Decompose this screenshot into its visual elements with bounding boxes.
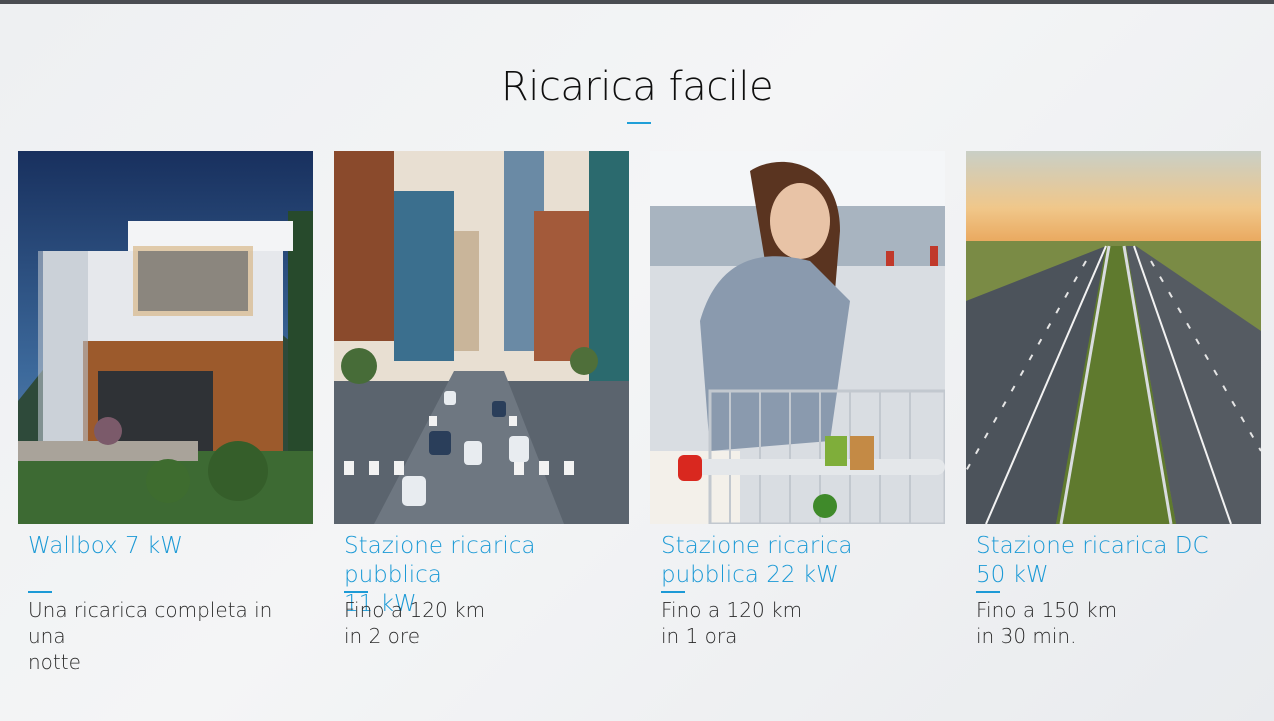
highway-sunset-image <box>966 151 1261 524</box>
top-bar <box>0 0 1274 4</box>
card-public-22kw[interactable]: Stazione ricarica pubblica 22 kW Fino a 1… <box>650 151 945 648</box>
title-rule <box>976 591 1000 593</box>
modern-house-image <box>18 151 313 524</box>
card-title[interactable]: Stazione ricarica DC 50 kW <box>976 532 1257 590</box>
card-description: Fino a 120 km in 1 ora <box>661 598 803 648</box>
card-description: Fino a 120 km in 2 ore <box>344 598 486 648</box>
title-rule <box>344 591 368 593</box>
card-title[interactable]: Wallbox 7 kW <box>28 532 309 561</box>
card-wallbox[interactable]: Wallbox 7 kW Una ricarica completa in un… <box>18 151 313 674</box>
card-description: Fino a 150 km in 30 min. <box>976 598 1118 648</box>
card-description: Una ricarica completa in una notte <box>28 598 273 674</box>
card-title[interactable]: Stazione ricarica pubblica 22 kW <box>661 532 941 590</box>
card-dc-50kw[interactable]: Stazione ricarica DC 50 kW Fino a 150 km i… <box>966 151 1261 648</box>
section-title: Ricarica facile <box>500 64 774 110</box>
city-street-image <box>334 151 629 524</box>
title-rule <box>661 591 685 593</box>
title-rule <box>28 591 52 593</box>
woman-shopping-cart-image <box>650 151 945 524</box>
card-public-11kw[interactable]: Stazione ricarica pubblica 11 kW Fino a 1… <box>334 151 629 648</box>
title-underline <box>627 122 651 124</box>
